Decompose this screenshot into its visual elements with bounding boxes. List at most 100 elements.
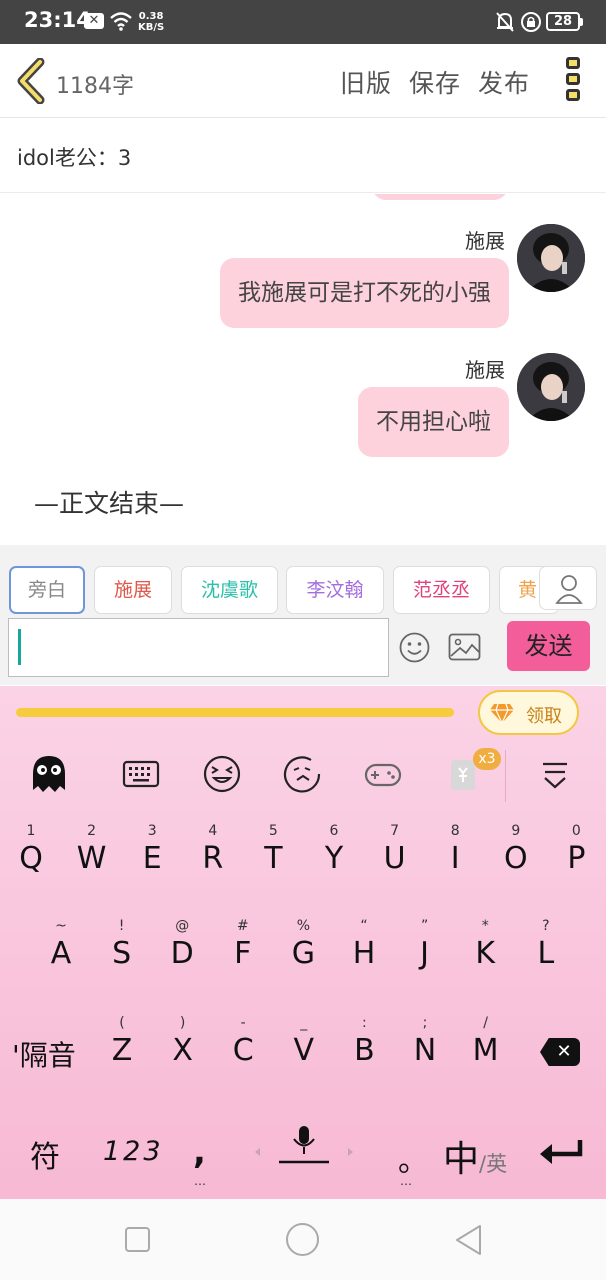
person-icon <box>555 575 583 604</box>
key-w[interactable]: 2W <box>62 823 122 883</box>
key-a[interactable]: ~ A <box>31 918 91 978</box>
key-letter: W <box>76 841 107 876</box>
claim-button[interactable]: 领取 <box>478 690 579 735</box>
story-config-bar[interactable]: idol老公：3 <box>0 119 606 193</box>
game-controller-icon[interactable] <box>361 752 405 796</box>
separator-key[interactable]: '隔音 <box>12 1034 76 1074</box>
chip-label: 旁白 <box>27 579 66 601</box>
key-letter: A <box>50 936 72 971</box>
key-p[interactable]: 0P <box>546 823 606 883</box>
numbers-key[interactable]: 123 <box>103 1136 164 1167</box>
key-letter: S <box>112 936 132 971</box>
enter-icon[interactable] <box>538 1136 584 1166</box>
character-chip-narrator[interactable]: 旁白 <box>9 566 85 614</box>
language-main: 中 <box>443 1139 480 1180</box>
message-input[interactable] <box>8 618 389 677</box>
key-x[interactable]: ) X <box>153 1015 213 1075</box>
collapse-keyboard-icon[interactable] <box>533 752 577 796</box>
key-e[interactable]: 3E <box>122 823 182 883</box>
chip-label: 黄 <box>518 579 538 601</box>
symbols-key[interactable]: 符 <box>30 1132 60 1176</box>
comma-key[interactable]: , <box>193 1132 206 1172</box>
key-v[interactable]: _ V <box>274 1015 334 1075</box>
recent-apps-icon[interactable] <box>125 1227 150 1252</box>
key-secondary-label: # <box>236 918 249 934</box>
key-secondary-label: ” <box>420 918 429 934</box>
key-letter: C <box>232 1033 254 1068</box>
avatar[interactable] <box>517 353 585 421</box>
character-chip[interactable]: 施展 <box>94 566 172 614</box>
key-letter: P <box>567 841 586 876</box>
keyboard-banner-bar <box>16 708 454 717</box>
key-f[interactable]: # F <box>213 918 273 978</box>
key-secondary-label: “ <box>360 918 368 934</box>
image-icon[interactable] <box>448 633 481 661</box>
character-chip[interactable]: 范丞丞 <box>393 566 490 614</box>
character-chip[interactable]: 李汶翰 <box>286 566 384 614</box>
manage-characters-button[interactable] <box>539 566 597 610</box>
language-sub: /英 <box>479 1152 508 1176</box>
key-n[interactable]: ; N <box>395 1015 455 1075</box>
skin-mascot-icon[interactable] <box>27 752 71 796</box>
key-secondary-label: _ <box>300 1015 308 1031</box>
key-letter: M <box>472 1033 499 1068</box>
old-version-button[interactable]: 旧版 <box>340 64 392 100</box>
key-g[interactable]: % G <box>273 918 333 978</box>
key-letter: I <box>450 841 460 876</box>
key-letter: V <box>293 1033 315 1068</box>
back-arrow-icon[interactable] <box>14 58 48 104</box>
key-y[interactable]: 6Y <box>304 823 364 883</box>
message-bubble[interactable]: 不用担心啦 <box>358 387 509 457</box>
key-secondary-label: : <box>362 1015 367 1031</box>
key-letter: F <box>234 936 252 971</box>
keyboard-icon[interactable] <box>119 752 163 796</box>
status-bar: 23:14 ✕ 0.38 KB/S 28 <box>0 0 606 44</box>
key-r[interactable]: 4R <box>183 823 243 883</box>
key-z[interactable]: (Z <box>92 1015 152 1075</box>
language-toggle-key[interactable]: 中/英 <box>443 1130 533 1180</box>
character-chip[interactable]: 沈虞歌 <box>181 566 278 614</box>
avatar[interactable] <box>517 224 585 292</box>
chip-label: 李汶翰 <box>306 579 364 601</box>
key-t[interactable]: 5T <box>243 823 303 883</box>
key-q[interactable]: 1Q <box>1 823 61 883</box>
key-secondary-label: 0 <box>571 823 581 839</box>
message-sender: 施展 <box>465 229 505 253</box>
backspace-key[interactable]: ✕ <box>540 1038 580 1066</box>
key-l[interactable]: ? L <box>516 918 576 978</box>
key-o[interactable]: 9O <box>486 823 546 883</box>
home-icon[interactable] <box>286 1223 319 1256</box>
key-d[interactable]: @ D <box>152 918 212 978</box>
key-letter: G <box>291 936 316 971</box>
toolbar-divider <box>505 750 506 802</box>
space-key[interactable] <box>248 1124 360 1180</box>
key-j[interactable]: ” J <box>395 918 455 978</box>
key-m[interactable]: / M <box>456 1015 516 1075</box>
key-secondary-label: - <box>240 1015 246 1031</box>
key-letter: D <box>170 936 194 971</box>
key-h[interactable]: “H <box>334 918 394 978</box>
send-button[interactable]: 发送 <box>507 621 590 671</box>
key-k[interactable]: * K <box>455 918 515 978</box>
message-bubble[interactable]: 我施展可是打不死的小强 <box>220 258 509 328</box>
key-letter: L <box>537 936 555 971</box>
key-s[interactable]: ! S <box>92 918 152 978</box>
key-secondary-label: 1 <box>26 823 36 839</box>
key-u[interactable]: 7U <box>365 823 425 883</box>
key-letter: N <box>413 1033 437 1068</box>
chip-label: 施展 <box>113 579 152 601</box>
key-c[interactable]: -C <box>213 1015 273 1075</box>
save-button[interactable]: 保存 <box>409 64 461 100</box>
meme-icon[interactable] <box>281 752 325 796</box>
key-letter: T <box>264 841 283 876</box>
more-menu-icon[interactable] <box>562 57 584 107</box>
emoji-icon[interactable] <box>398 631 431 664</box>
key-secondary-label: 6 <box>329 823 339 839</box>
publish-button[interactable]: 发布 <box>478 64 530 100</box>
key-secondary-label: * <box>481 918 489 934</box>
chip-label: 范丞丞 <box>412 579 470 601</box>
emoticon-icon[interactable] <box>200 752 244 796</box>
key-i[interactable]: 8I <box>425 823 485 883</box>
key-b[interactable]: :B <box>334 1015 394 1075</box>
back-icon[interactable] <box>454 1224 484 1256</box>
